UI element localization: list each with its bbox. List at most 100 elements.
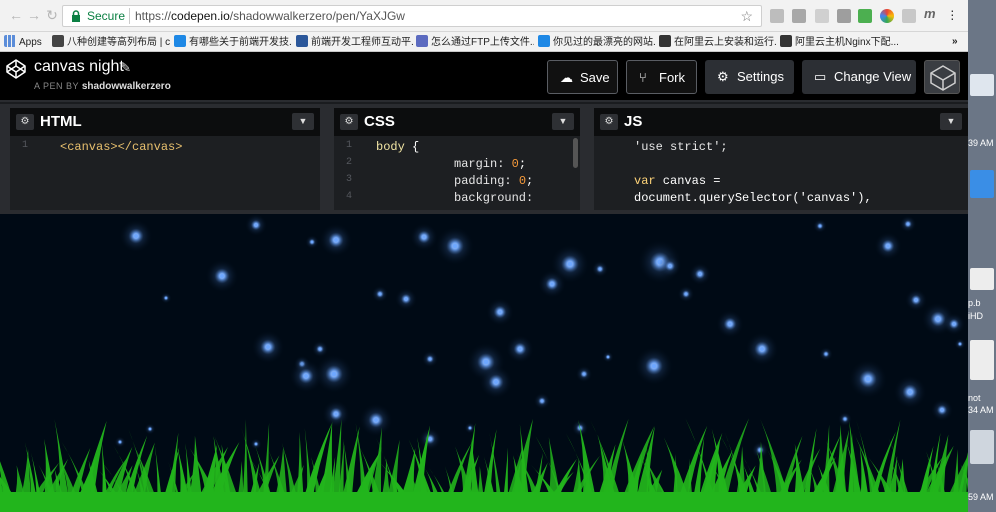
fork-button[interactable]: ⑂ Fork — [626, 60, 697, 94]
address-bar[interactable]: Secure https://codepen.io/shadowwalkerze… — [62, 5, 762, 27]
line-number: 2 — [346, 157, 353, 168]
zhihu-favicon-icon — [174, 35, 186, 47]
html-editor: ⚙ HTML ▼ 1 <canvas></canvas> — [10, 108, 320, 210]
back-icon[interactable]: ← — [8, 7, 24, 23]
canvas-preview[interactable] — [0, 214, 968, 512]
bookmark-label: 前端开发工程师互动平... — [311, 37, 414, 48]
reload-icon[interactable]: ↻ — [44, 7, 60, 23]
apps-grid-icon — [4, 35, 16, 47]
extension-icon[interactable] — [837, 9, 851, 23]
grass — [0, 418, 968, 512]
bookmark-label: Apps — [19, 37, 42, 48]
word-favicon-icon — [296, 35, 308, 47]
bookmarks-overflow-button[interactable]: » — [952, 35, 958, 49]
chrome-menu-icon[interactable]: · · · — [950, 3, 955, 25]
edit-title-pencil-icon[interactable]: ✎ — [121, 61, 131, 75]
pen-title[interactable]: canvas night — [34, 58, 124, 76]
desktop-file-label: not — [968, 393, 981, 403]
css-brace: { — [404, 140, 420, 154]
avatar[interactable] — [924, 60, 960, 94]
desktop-file-label: iHD — [968, 311, 983, 321]
m-extension-icon[interactable]: m — [924, 6, 938, 21]
bookmark-item[interactable]: 前端开发工程师互动平... — [296, 35, 414, 49]
url-prefix: https:// — [135, 9, 172, 23]
save-button[interactable]: ☁ Save — [547, 60, 618, 94]
css-value: 0 — [518, 174, 527, 188]
code-line: background: — [454, 191, 534, 205]
js-code: canvas = — [655, 174, 721, 188]
bookmark-label: 你见过的最漂亮的网站... — [553, 37, 656, 48]
desktop-file-label: 39 AM — [968, 138, 994, 148]
code-line: <canvas></canvas> — [60, 140, 183, 154]
cloud-icon: ☁ — [560, 70, 573, 85]
extension-icon[interactable] — [770, 9, 784, 23]
fireflies — [114, 214, 966, 459]
desktop-file-icon[interactable] — [970, 74, 994, 96]
extension-icon[interactable] — [815, 9, 829, 23]
settings-button[interactable]: ⚙ Settings — [705, 60, 794, 94]
code-line: 'use strict'; — [634, 140, 728, 154]
bookmark-apps[interactable]: Apps — [4, 35, 42, 49]
desktop-file-icon[interactable] — [970, 268, 994, 290]
fork-icon: ⑂ — [639, 70, 647, 85]
chevron-down-icon[interactable]: ▼ — [940, 113, 962, 130]
bookmark-item[interactable]: 八种创建等高列布局 | c... — [52, 35, 170, 49]
bookmark-item[interactable]: 你见过的最漂亮的网站... — [538, 35, 656, 49]
chrome-extension-icon[interactable] — [880, 9, 894, 23]
bookmark-label: 有哪些关于前端开发技... — [189, 37, 292, 48]
code-area[interactable]: 1 <canvas></canvas> — [10, 136, 320, 210]
gear-icon[interactable]: ⚙ — [16, 114, 34, 130]
secure-label: Secure — [87, 9, 126, 23]
pen-author: A PEN BY shadowwalkerzero — [34, 81, 171, 92]
change-view-button[interactable]: ▭ Change View — [802, 60, 916, 94]
url-divider — [129, 8, 130, 24]
forward-icon[interactable]: → — [26, 7, 42, 23]
author-link[interactable]: shadowwalkerzero — [82, 81, 171, 92]
codepen-favicon-icon — [659, 35, 671, 47]
line-number: 3 — [346, 174, 353, 185]
settings-label: Settings — [737, 69, 784, 84]
bookmark-star-icon[interactable]: ☆ — [740, 6, 753, 26]
bookmark-label: 在阿里云上安装和运行... — [674, 37, 777, 48]
chevron-down-icon[interactable]: ▼ — [292, 113, 314, 130]
page-favicon-icon — [52, 35, 64, 47]
editor-title: CSS — [364, 113, 395, 130]
gear-icon[interactable]: ⚙ — [340, 114, 358, 130]
scrollbar[interactable] — [573, 138, 578, 168]
line-gutter: 1 — [10, 136, 46, 210]
bookmark-item[interactable]: 怎么通过FTP上传文件... — [416, 35, 534, 49]
lock-icon — [72, 10, 80, 22]
desktop-background: 39 AM p.b iHD not 34 AM 59 AM — [968, 0, 996, 512]
code-line: margin: 0; — [454, 157, 527, 171]
gear-icon[interactable]: ⚙ — [600, 114, 618, 130]
bookmark-item[interactable]: 有哪些关于前端开发技... — [174, 35, 292, 49]
line-number: 1 — [22, 140, 29, 151]
download-extension-icon[interactable] — [902, 9, 916, 23]
code-area[interactable]: 'use strict'; var canvas = document.quer… — [594, 136, 968, 210]
codepen-logo-icon[interactable] — [6, 59, 26, 79]
user-avatar-icon — [930, 65, 956, 91]
desktop-file-icon[interactable] — [970, 430, 994, 464]
fork-label: Fork — [659, 70, 685, 85]
code-line: document.querySelector('canvas'), — [634, 191, 872, 205]
extension-icon[interactable] — [858, 9, 872, 23]
extension-icon[interactable] — [792, 9, 806, 23]
bookmark-item[interactable]: 阿里云主机Nginx下配... — [780, 35, 898, 49]
save-label: Save — [580, 70, 610, 85]
css-editor-header: ⚙ CSS ▼ — [334, 108, 580, 136]
chevron-down-icon[interactable]: ▼ — [552, 113, 574, 130]
desktop-file-icon[interactable] — [970, 340, 994, 380]
desktop-file-label: p.b — [968, 298, 981, 308]
url-text: https://codepen.io/shadowwalkerzero/pen/… — [135, 6, 405, 26]
bookmark-label: 怎么通过FTP上传文件... — [431, 37, 534, 48]
page-favicon-icon — [416, 35, 428, 47]
bookmark-item[interactable]: 在阿里云上安装和运行... — [659, 35, 777, 49]
desktop-file-icon[interactable] — [970, 170, 994, 198]
url-host: codepen.io — [171, 9, 230, 23]
code-area[interactable]: 1 2 3 4 body { margin: 0; padding: 0; ba… — [334, 136, 580, 210]
desktop-file-label: 34 AM — [968, 405, 994, 415]
editor-title: JS — [624, 113, 643, 130]
change-view-label: Change View — [834, 69, 912, 84]
night-scene-canvas — [0, 214, 968, 512]
zhihu-favicon-icon — [538, 35, 550, 47]
